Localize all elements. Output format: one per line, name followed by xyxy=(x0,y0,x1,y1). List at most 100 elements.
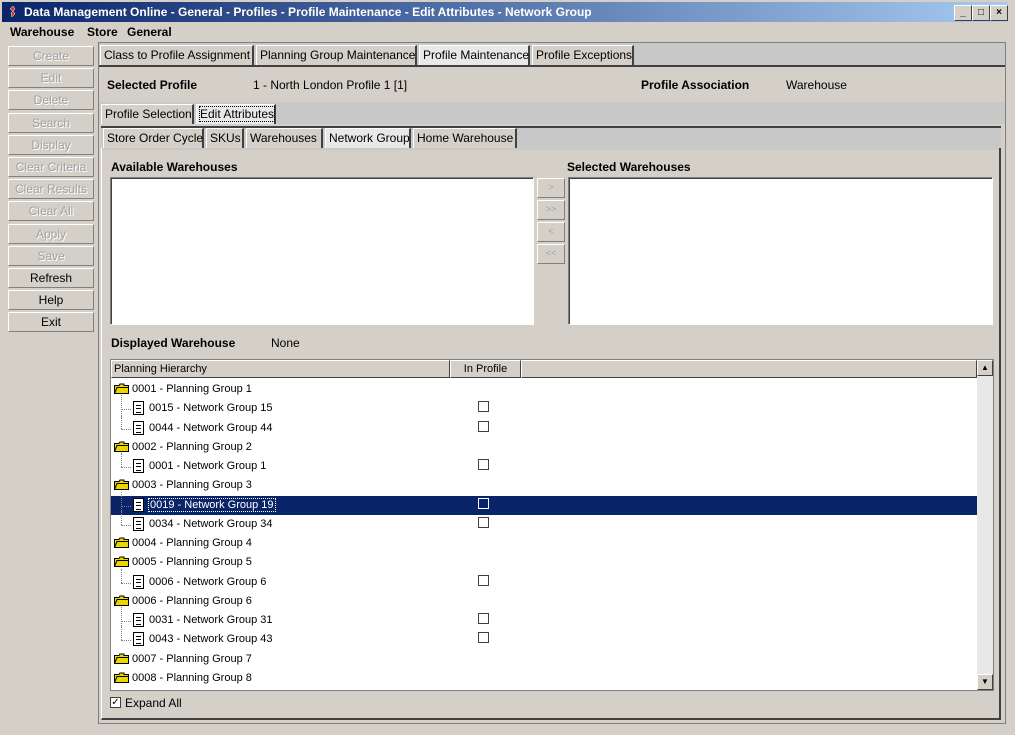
attrtab-warehouses[interactable]: Warehouses xyxy=(246,128,323,148)
tree-row-label: 0003 - Planning Group 3 xyxy=(132,479,252,492)
subtab-label: Edit Attributes xyxy=(198,106,276,122)
menu-store[interactable]: Store xyxy=(87,25,118,39)
profile-association-value: Warehouse xyxy=(786,78,847,92)
close-button[interactable]: × xyxy=(990,5,1008,21)
attrtab-network-group[interactable]: Network Group xyxy=(325,128,411,148)
maximize-button[interactable]: □ xyxy=(972,5,990,21)
display-button[interactable]: Display xyxy=(8,134,94,155)
attrtab-store-order-cycle[interactable]: Store Order Cycle xyxy=(103,128,204,148)
selected-profile-label: Selected Profile xyxy=(107,78,198,92)
tree-row-planning-group[interactable]: 0004 - Planning Group 4 xyxy=(111,534,977,553)
minimize-button[interactable]: _ xyxy=(954,5,972,21)
window-title: Data Management Online - General - Profi… xyxy=(24,5,592,19)
tree-connector xyxy=(121,510,122,525)
search-button[interactable]: Search xyxy=(8,112,94,133)
menu-warehouse[interactable]: Warehouse xyxy=(10,25,74,39)
clear-criteria-button[interactable]: Clear Criteria xyxy=(8,157,94,177)
help-button[interactable]: Help xyxy=(8,290,94,311)
column-planning-hierarchy[interactable]: Planning Hierarchy xyxy=(111,360,450,378)
tree-row-planning-group[interactable]: 0008 - Planning Group 8 xyxy=(111,669,977,688)
in-profile-checkbox[interactable] xyxy=(478,401,489,413)
tree-row-label: 0008 - Planning Group 8 xyxy=(132,671,252,684)
menu-general[interactable]: General xyxy=(127,25,172,39)
tab-class-to-profile-assignment[interactable]: Class to Profile Assignment xyxy=(100,45,254,65)
clear-results-button[interactable]: Clear Results xyxy=(8,179,94,200)
profile-association-label: Profile Association xyxy=(641,78,750,92)
tree-row-planning-group[interactable]: 0007 - Planning Group 7 xyxy=(111,650,977,669)
tree-row-label: 0002 - Planning Group 2 xyxy=(132,440,252,453)
delete-button[interactable]: Delete xyxy=(8,90,94,111)
in-profile-checkbox[interactable] xyxy=(478,420,489,432)
tree-connector xyxy=(121,568,122,583)
document-icon xyxy=(133,632,144,647)
column-filler xyxy=(521,360,977,378)
subtab-edit-attributes[interactable]: Edit Attributes xyxy=(196,104,276,124)
tree-connector xyxy=(121,453,122,467)
selected-profile-value: 1 - North London Profile 1 [1] xyxy=(253,78,408,92)
tab-profile-maintenance[interactable]: Profile Maintenance xyxy=(419,45,530,65)
in-profile-checkbox[interactable] xyxy=(478,516,489,528)
tree-row-network-group[interactable]: 0031 - Network Group 31 xyxy=(111,607,977,630)
tree-row-label: 0019 - Network Group 19 xyxy=(148,497,276,512)
tree-connector xyxy=(121,467,131,468)
attrtab-label: Warehouses xyxy=(250,131,317,145)
selected-warehouses-list[interactable] xyxy=(568,177,993,325)
attrtab-home-warehouse[interactable]: Home Warehouse xyxy=(413,128,517,148)
expand-all-checkbox[interactable]: ✓ xyxy=(110,697,121,708)
folder-icon xyxy=(114,672,129,683)
clear-all-button[interactable]: Clear All xyxy=(8,201,94,222)
scroll-up-icon[interactable]: ▲ xyxy=(977,360,993,376)
column-in-profile[interactable]: In Profile xyxy=(450,360,521,378)
tree-row-planning-group[interactable]: 0003 - Planning Group 3 xyxy=(111,476,977,495)
tree-row-network-group[interactable]: 0043 - Network Group 43 xyxy=(111,626,977,649)
tree-row-label: 0006 - Planning Group 6 xyxy=(132,594,252,607)
displayed-warehouse-value: None xyxy=(271,336,300,350)
tab-label: Planning Group Maintenance xyxy=(260,48,416,62)
move-all-left-button[interactable]: << xyxy=(537,244,565,264)
scroll-down-icon[interactable]: ▼ xyxy=(977,674,993,690)
attrtab-label: Network Group xyxy=(329,131,410,145)
folder-icon xyxy=(114,479,129,491)
move-all-right-button[interactable]: >> xyxy=(537,200,565,220)
move-right-button[interactable]: > xyxy=(537,178,565,198)
create-button[interactable]: Create xyxy=(8,46,94,66)
tab-label: Profile Exceptions xyxy=(536,48,633,62)
tree-row-network-group[interactable]: 0034 - Network Group 34 xyxy=(111,510,977,534)
in-profile-checkbox[interactable] xyxy=(478,497,489,509)
tree-row-planning-group[interactable]: 0005 - Planning Group 5 xyxy=(111,553,977,572)
save-button[interactable]: Save xyxy=(8,245,94,266)
tree-row-network-group[interactable]: 0019 - Network Group 19 xyxy=(111,491,977,515)
edit-button[interactable]: Edit xyxy=(8,68,94,89)
tree-row-planning-group[interactable]: 0006 - Planning Group 6 xyxy=(111,592,977,611)
displayed-warehouse-label: Displayed Warehouse xyxy=(111,336,236,350)
tree-row-label: 0001 - Network Group 1 xyxy=(149,460,267,472)
folder-icon xyxy=(114,595,129,606)
refresh-button[interactable]: Refresh xyxy=(8,268,94,288)
vertical-scrollbar[interactable]: ▲ ▼ xyxy=(977,360,993,690)
move-left-button[interactable]: < xyxy=(537,222,565,242)
tree-row-planning-group[interactable]: 0002 - Planning Group 2 xyxy=(111,438,977,457)
tree-row-network-group[interactable]: 0015 - Network Group 15 xyxy=(111,395,977,419)
tree-row-network-group[interactable]: 0006 - Network Group 6 xyxy=(111,568,977,592)
menu-bar: Warehouse Store General xyxy=(2,22,1008,42)
available-warehouses-list[interactable] xyxy=(110,177,534,325)
attrtab-skus[interactable]: SKUs xyxy=(206,128,244,148)
subtab-profile-selection[interactable]: Profile Selection xyxy=(101,104,194,124)
tree-row-label: 0001 - Planning Group 1 xyxy=(132,383,252,395)
document-icon xyxy=(133,574,144,589)
in-profile-checkbox[interactable] xyxy=(478,574,489,586)
apply-button[interactable]: Apply xyxy=(8,223,94,244)
tree-row-network-group[interactable]: 0044 - Network Group 44 xyxy=(111,414,977,438)
in-profile-checkbox[interactable] xyxy=(478,613,489,624)
folder-icon xyxy=(114,441,129,452)
folder-icon xyxy=(114,556,129,568)
in-profile-checkbox[interactable] xyxy=(478,632,489,644)
tab-profile-exceptions[interactable]: Profile Exceptions xyxy=(532,45,634,65)
tab-planning-group-maintenance[interactable]: Planning Group Maintenance xyxy=(256,45,417,65)
planning-hierarchy-tree[interactable]: Planning Hierarchy In Profile 0001 - Pla… xyxy=(110,359,994,691)
tree-row-network-group[interactable]: 0001 - Network Group 1 xyxy=(111,453,977,476)
exit-button[interactable]: Exit xyxy=(8,312,94,333)
tree-row-label: 0005 - Planning Group 5 xyxy=(132,556,252,569)
tree-row-planning-group[interactable]: 0001 - Planning Group 1 xyxy=(111,380,977,399)
in-profile-checkbox[interactable] xyxy=(478,459,489,470)
